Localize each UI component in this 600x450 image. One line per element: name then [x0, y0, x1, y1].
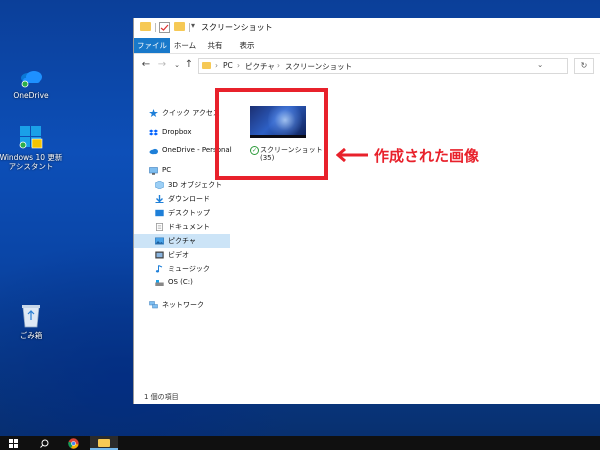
breadcrumb-pictures[interactable]: ピクチャ [245, 61, 275, 72]
file-explorer-icon [98, 439, 110, 447]
desktop-icon-label: ごみ箱 [19, 331, 43, 340]
breadcrumb-separator: › [277, 61, 280, 70]
start-button[interactable] [0, 436, 28, 450]
taskbar-explorer-button[interactable] [90, 436, 118, 450]
new-folder-icon[interactable] [174, 22, 185, 31]
file-explorer-window: ▾ スクリーンショット ファイル ホーム 共有 表示 ← → ⌄ ↑ › PC … [133, 18, 600, 404]
address-bar[interactable]: › PC › ピクチャ › スクリーンショット ⌄ [198, 58, 568, 74]
breadcrumb-separator: › [237, 61, 240, 70]
recycle-bin-icon [20, 302, 42, 328]
back-arrow-icon[interactable]: ← [140, 59, 152, 71]
left-arrow-icon [336, 148, 368, 162]
chrome-icon [68, 438, 79, 449]
ribbon-tabs: ファイル ホーム 共有 表示 [134, 38, 600, 54]
tab-file[interactable]: ファイル [134, 38, 170, 53]
onedrive-icon [19, 66, 43, 88]
music-icon [155, 265, 163, 273]
desktop-icon-windows-update[interactable]: Windows 10 更新アシスタント [0, 124, 66, 171]
address-dropdown-icon[interactable]: ⌄ [537, 60, 543, 69]
nav-item-3d-objects[interactable]: 3D オブジェクト [134, 178, 230, 192]
nav-item-videos[interactable]: ビデオ [134, 248, 230, 262]
3d-objects-icon [155, 181, 164, 189]
documents-icon [156, 223, 163, 231]
nav-item-music[interactable]: ミュージック [134, 262, 230, 276]
divider [189, 23, 190, 32]
folder-icon [140, 22, 151, 31]
window-title: スクリーンショット [201, 23, 273, 32]
folder-icon [202, 62, 211, 69]
tab-home[interactable]: ホーム [172, 38, 198, 53]
desktop-icon-onedrive[interactable]: OneDrive [0, 66, 66, 100]
download-icon [155, 195, 164, 203]
breadcrumb-separator: › [215, 61, 218, 70]
desktop-icon-recycle-bin[interactable]: ごみ箱 [0, 302, 66, 340]
network-icon [149, 301, 158, 309]
divider [155, 23, 156, 32]
tab-view[interactable]: 表示 [236, 38, 258, 53]
taskbar-chrome-button[interactable] [60, 436, 88, 450]
breadcrumb-pc[interactable]: PC [223, 61, 233, 70]
properties-check-icon[interactable] [159, 22, 170, 33]
refresh-icon[interactable]: ↻ [574, 58, 594, 74]
highlight-box [215, 88, 328, 180]
nav-item-network[interactable]: ネットワーク [134, 298, 230, 312]
forward-arrow-icon[interactable]: → [156, 59, 168, 71]
star-icon [149, 109, 158, 117]
pc-icon [149, 167, 158, 175]
taskbar [0, 436, 600, 450]
onedrive-icon [149, 148, 158, 155]
quick-access-toolbar-dropdown-icon[interactable]: ▾ [191, 21, 199, 30]
pictures-icon [155, 237, 164, 245]
desktop-folder-icon [155, 209, 164, 217]
desktop-icon-label: OneDrive [13, 91, 49, 100]
title-bar: ▾ スクリーンショット [134, 18, 600, 38]
annotation-text: 作成された画像 [374, 147, 480, 165]
nav-item-documents[interactable]: ドキュメント [134, 220, 230, 234]
up-arrow-icon[interactable]: ↑ [183, 59, 195, 71]
dropbox-icon [149, 129, 158, 136]
nav-item-pictures[interactable]: ピクチャ [134, 234, 230, 248]
drive-icon [155, 280, 164, 286]
item-count-text: 1 個の項目 [144, 393, 179, 401]
videos-icon [155, 251, 164, 259]
nav-item-downloads[interactable]: ダウンロード [134, 192, 230, 206]
recent-locations-chevron-icon[interactable]: ⌄ [171, 59, 183, 71]
search-icon [40, 439, 49, 448]
search-button[interactable] [30, 436, 58, 450]
tab-share[interactable]: 共有 [204, 38, 226, 53]
windows-update-assistant-icon [18, 124, 44, 150]
status-bar: 1 個の項目 [134, 390, 600, 404]
desktop-icon-label: Windows 10 更新アシスタント [0, 153, 63, 171]
nav-item-desktop[interactable]: デスクトップ [134, 206, 230, 220]
windows-logo-icon [9, 439, 18, 448]
breadcrumb-screenshots[interactable]: スクリーンショット [285, 61, 352, 72]
nav-item-os-drive[interactable]: OS (C:) [134, 276, 230, 290]
address-toolbar: ← → ⌄ ↑ › PC › ピクチャ › スクリーンショット ⌄ ↻ [134, 54, 600, 78]
